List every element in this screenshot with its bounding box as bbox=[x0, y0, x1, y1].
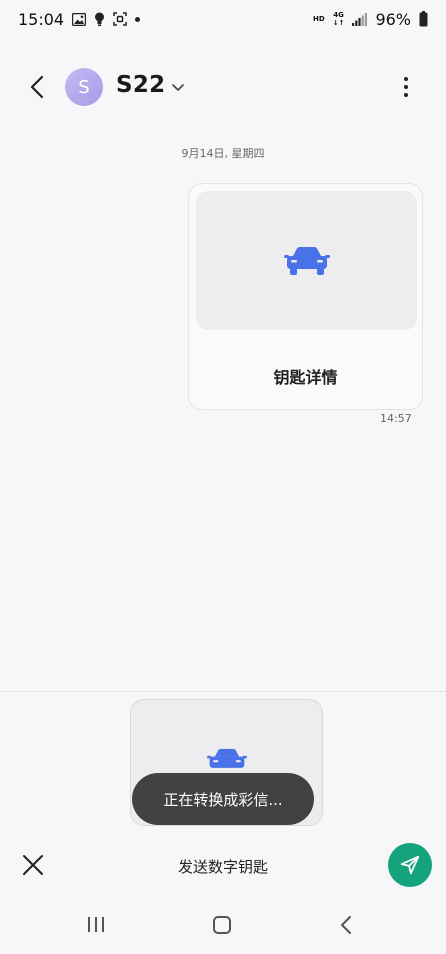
conversion-toast: 正在转换成彩信... bbox=[132, 773, 314, 825]
more-dot-icon bbox=[404, 93, 408, 97]
image-icon bbox=[72, 12, 87, 26]
car-icon bbox=[207, 748, 247, 768]
date-separator: 9月14日, 星期四 bbox=[181, 147, 265, 160]
recent-apps-button[interactable] bbox=[88, 917, 104, 932]
avatar[interactable]: S bbox=[65, 68, 103, 106]
more-dot-icon bbox=[404, 85, 408, 89]
status-time: 15:04 bbox=[18, 9, 65, 29]
nav-back-icon[interactable] bbox=[340, 915, 352, 935]
key-message-card[interactable]: 钥匙详情 bbox=[188, 183, 423, 410]
hd-indicator: HD bbox=[313, 15, 325, 23]
message-image bbox=[196, 191, 417, 330]
send-button[interactable] bbox=[388, 843, 432, 887]
battery-percent: 96% bbox=[375, 9, 411, 29]
message-time: 14:57 bbox=[380, 412, 412, 425]
back-button[interactable] bbox=[22, 72, 52, 102]
avatar-letter: S bbox=[78, 76, 90, 98]
contact-name[interactable]: S22 bbox=[116, 72, 165, 98]
recent-bar-icon bbox=[88, 917, 90, 932]
recent-bar-icon bbox=[95, 917, 97, 932]
signal-icon bbox=[352, 12, 368, 26]
bulb-icon bbox=[94, 12, 105, 26]
battery-icon bbox=[419, 11, 428, 27]
system-nav-bar bbox=[0, 905, 446, 947]
home-button[interactable] bbox=[213, 916, 231, 934]
recent-bar-icon bbox=[102, 917, 104, 932]
more-options-button[interactable] bbox=[394, 72, 418, 102]
status-right: HD 4G ↓↑ 96% bbox=[313, 10, 428, 29]
divider bbox=[0, 691, 446, 692]
back-arrow-icon bbox=[30, 75, 44, 99]
status-bar: 15:04 HD 4G ↓↑ 96% bbox=[0, 0, 446, 38]
dot-icon bbox=[135, 16, 141, 22]
message-title: 钥匙详情 bbox=[273, 368, 338, 387]
network-indicator: 4G ↓↑ bbox=[333, 11, 345, 27]
send-icon bbox=[400, 855, 420, 875]
conversation-header: S S22 bbox=[0, 62, 446, 112]
car-icon bbox=[283, 246, 330, 275]
composer-label: 发送数字钥匙 bbox=[177, 858, 268, 876]
network-type: 4G bbox=[333, 11, 344, 19]
data-arrows: ↓↑ bbox=[332, 19, 345, 27]
chevron-down-icon[interactable] bbox=[170, 79, 186, 95]
more-dot-icon bbox=[404, 77, 408, 81]
scan-icon bbox=[113, 12, 127, 26]
status-left: 15:04 bbox=[18, 9, 141, 29]
